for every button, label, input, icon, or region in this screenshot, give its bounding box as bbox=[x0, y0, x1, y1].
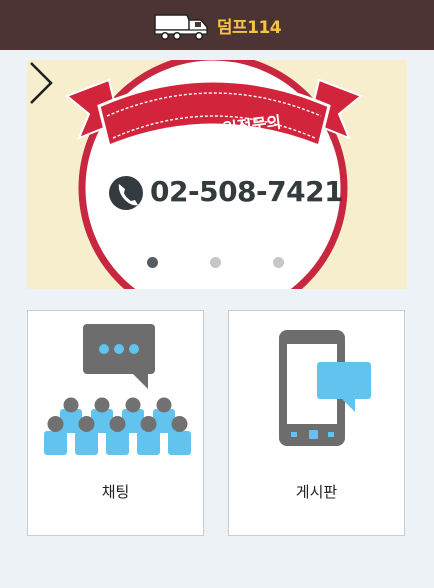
mobile-message-icon bbox=[279, 330, 371, 446]
carousel-indicators bbox=[27, 257, 407, 269]
board-menu-card[interactable]: 게시판 bbox=[228, 310, 405, 536]
board-label: 게시판 bbox=[295, 483, 338, 501]
brand-logo[interactable]: 덤프114 bbox=[153, 10, 282, 40]
app-header: 덤프114 bbox=[0, 0, 434, 50]
carousel-dot-3[interactable] bbox=[273, 257, 284, 268]
carousel-dot-1[interactable] bbox=[147, 257, 158, 268]
chevron-right-icon[interactable] bbox=[27, 60, 55, 106]
phone-icon bbox=[109, 176, 143, 210]
promo-banner-carousel[interactable]: 덤프114 입점문의 02-508-7421 bbox=[27, 60, 407, 289]
chat-menu-card[interactable]: 채팅 bbox=[27, 310, 204, 536]
phone-number[interactable]: 02-508-7421 bbox=[150, 175, 344, 208]
dump-truck-icon bbox=[154, 14, 208, 40]
chat-label: 채팅 bbox=[101, 483, 130, 501]
group-chat-icon bbox=[44, 324, 191, 455]
brand-title: 덤프114 bbox=[216, 17, 282, 38]
carousel-dot-2[interactable] bbox=[210, 257, 221, 268]
